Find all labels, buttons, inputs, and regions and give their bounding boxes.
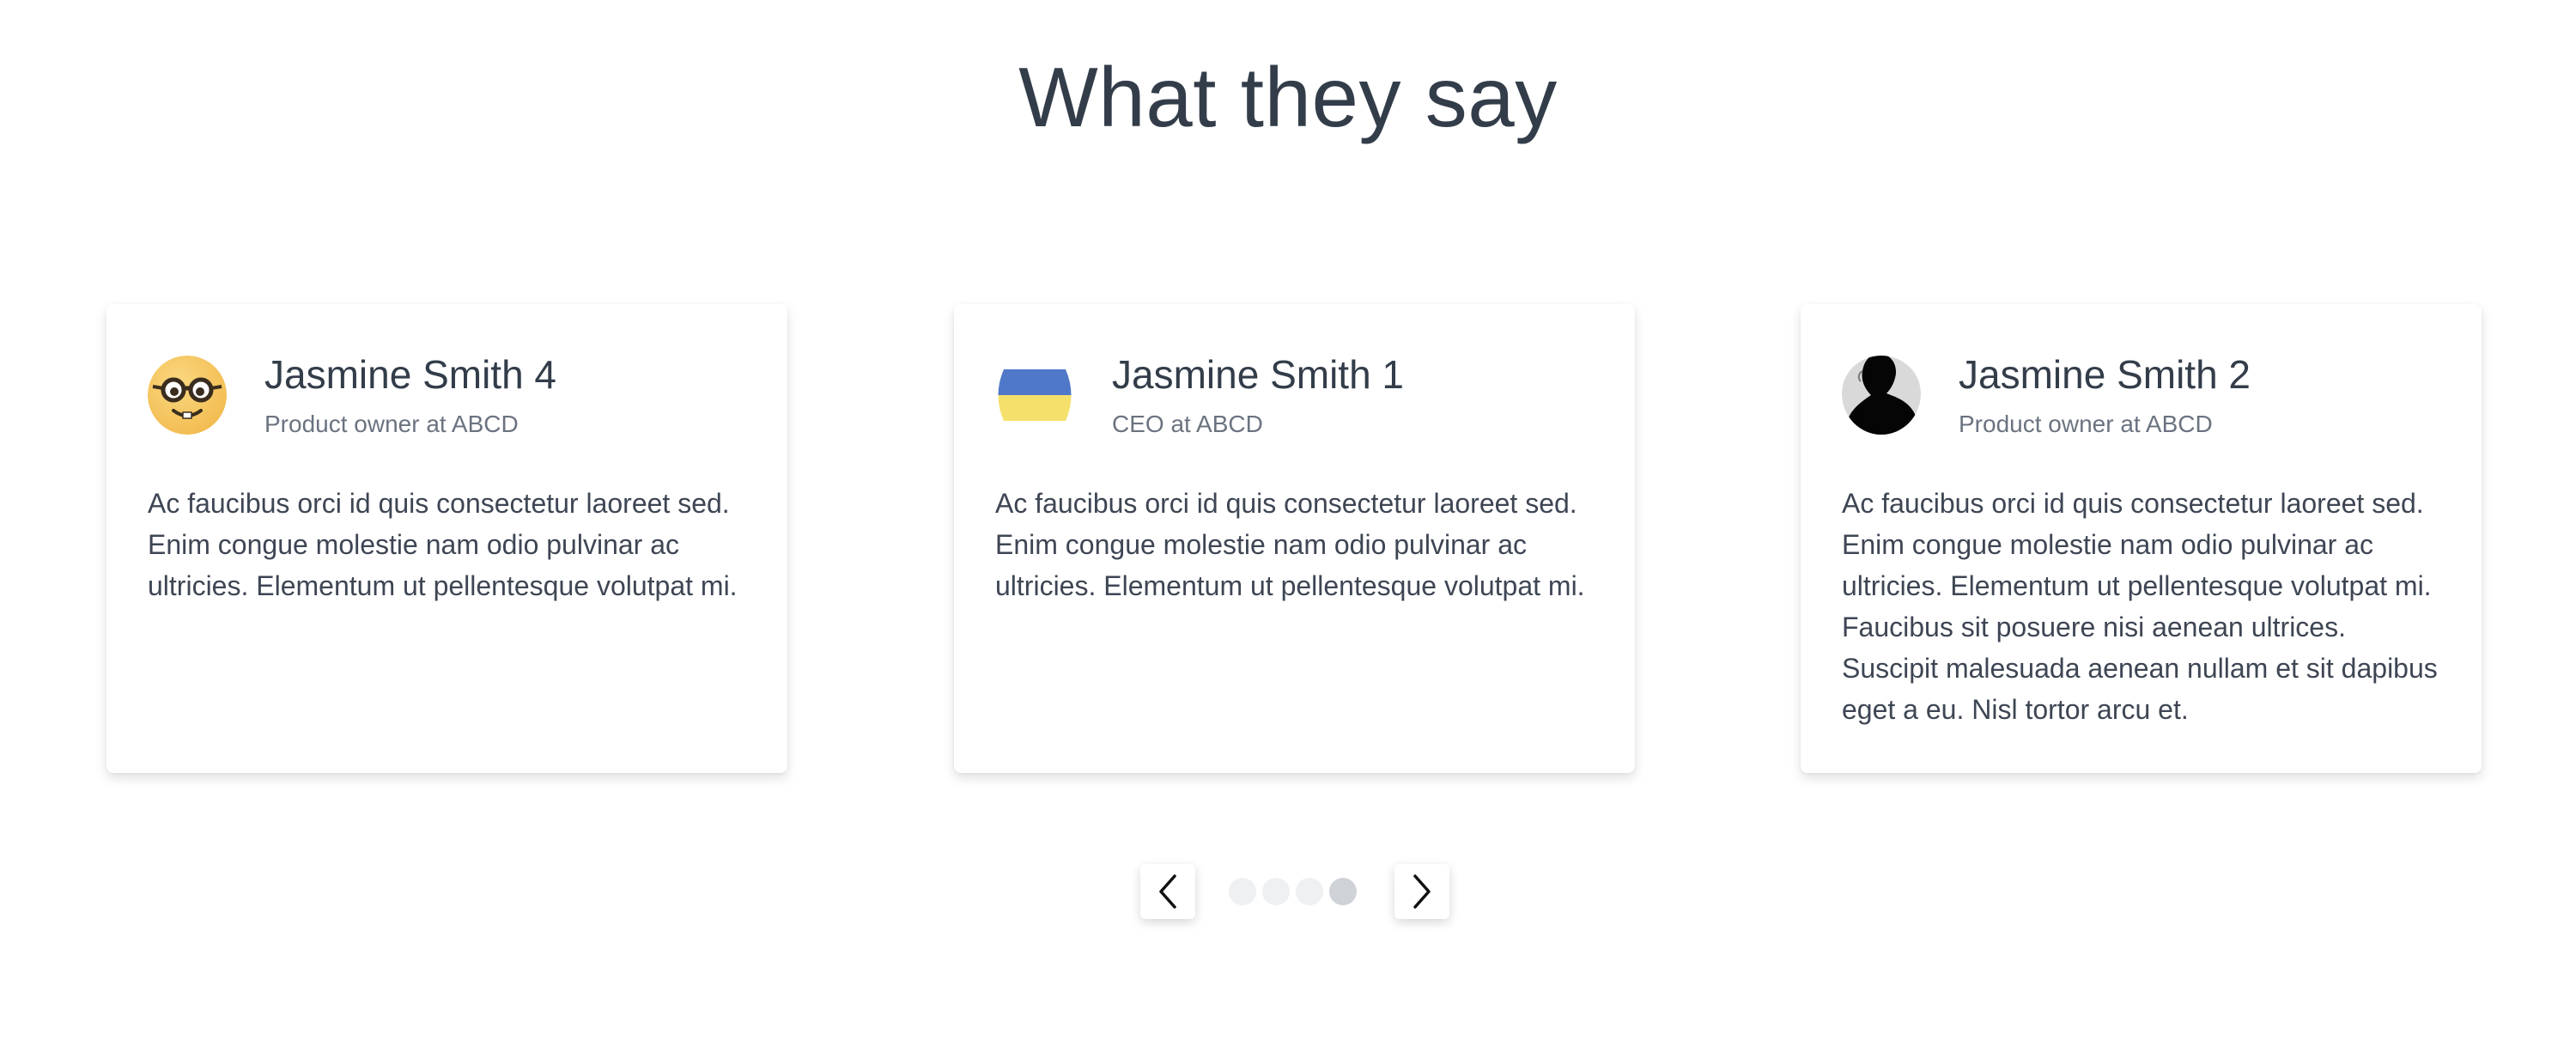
testimonial-text: Ac faucibus orci id quis consectetur lao… [995,488,1585,601]
previous-button[interactable] [1140,864,1195,919]
author-role: Product owner at ABCD [264,410,519,437]
testimonial-header: Jasmine Smith 1 CEO at ABCD [995,345,1594,445]
author-info: Jasmine Smith 2 Product owner at ABCD [1959,352,2251,438]
chevron-left-icon [1159,874,1176,909]
flag-icon [995,356,1074,435]
author-info: Jasmine Smith 1 CEO at ABCD [1112,352,1404,438]
carousel-controls [0,864,2576,919]
testimonial-text: Ac faucibus orci id quis consectetur lao… [1842,488,2438,725]
testimonial-card: Jasmine Smith 2 Product owner at ABCD Ac… [1801,304,2482,773]
person-silhouette-icon [1842,356,1921,435]
author-name: Jasmine Smith 2 [1959,351,2251,397]
testimonial-card: Jasmine Smith 1 CEO at ABCD Ac faucibus … [954,304,1635,773]
author-role: Product owner at ABCD [1959,410,2213,437]
chevron-right-icon [1413,874,1431,909]
carousel-dot[interactable] [1262,878,1290,905]
author-name: Jasmine Smith 4 [264,351,557,397]
author-name: Jasmine Smith 1 [1112,351,1405,397]
author-role: CEO at ABCD [1112,410,1263,437]
testimonial-card: Jasmine Smith 4 Product owner at ABCD Ac… [106,304,787,773]
author-info: Jasmine Smith 4 Product owner at ABCD [264,352,556,438]
testimonial-text: Ac faucibus orci id quis consectetur lao… [148,488,738,601]
carousel-dot[interactable] [1229,878,1256,905]
section-title: What they say [1018,50,1558,144]
carousel-dot[interactable] [1296,878,1323,905]
testimonial-header: Jasmine Smith 4 Product owner at ABCD [148,345,746,445]
next-button[interactable] [1394,864,1449,919]
testimonial-header: Jasmine Smith 2 Product owner at ABCD [1842,345,2440,445]
carousel-dot-active[interactable] [1329,878,1357,905]
nerd-face-icon [148,356,227,435]
